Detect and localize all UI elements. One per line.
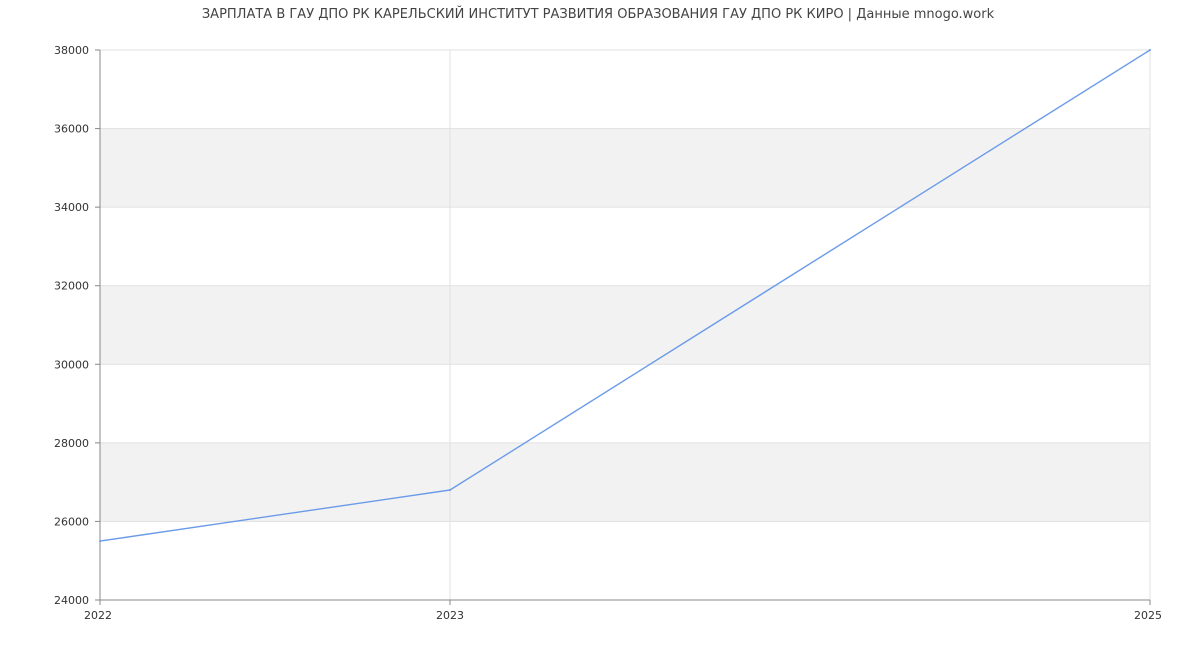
data-point xyxy=(449,489,451,491)
x-tick-label: 2025 xyxy=(1134,609,1162,622)
grid-band xyxy=(100,285,1150,365)
y-tick-label: 34000 xyxy=(54,201,89,214)
plot-bands xyxy=(100,128,1150,522)
data-point xyxy=(1149,49,1151,51)
y-tick-label: 36000 xyxy=(54,123,89,136)
chart-title: ЗАРПЛАТА В ГАУ ДПО РК КАРЕЛЬСКИЙ ИНСТИТУ… xyxy=(202,6,995,22)
y-tick-label: 30000 xyxy=(54,358,89,371)
x-tick-label: 2022 xyxy=(84,609,112,622)
salary-line-chart: 24000 26000 28000 30000 32000 34000 36000 38000… xyxy=(54,6,1162,622)
y-tick-label: 28000 xyxy=(54,437,89,450)
y-tick-label: 24000 xyxy=(54,594,89,607)
y-tick-labels: 24000 26000 28000 30000 32000 34000 36000 38000 xyxy=(54,44,89,607)
grid-band xyxy=(100,442,1150,522)
grid-band xyxy=(100,128,1150,208)
x-tick-labels: 2022 2023 2025 xyxy=(84,609,1162,622)
x-tick-label: 2023 xyxy=(436,609,464,622)
data-point xyxy=(99,540,101,543)
y-tick-label: 26000 xyxy=(54,515,89,528)
y-tick-label: 32000 xyxy=(54,280,89,293)
y-tick-label: 38000 xyxy=(54,44,89,57)
